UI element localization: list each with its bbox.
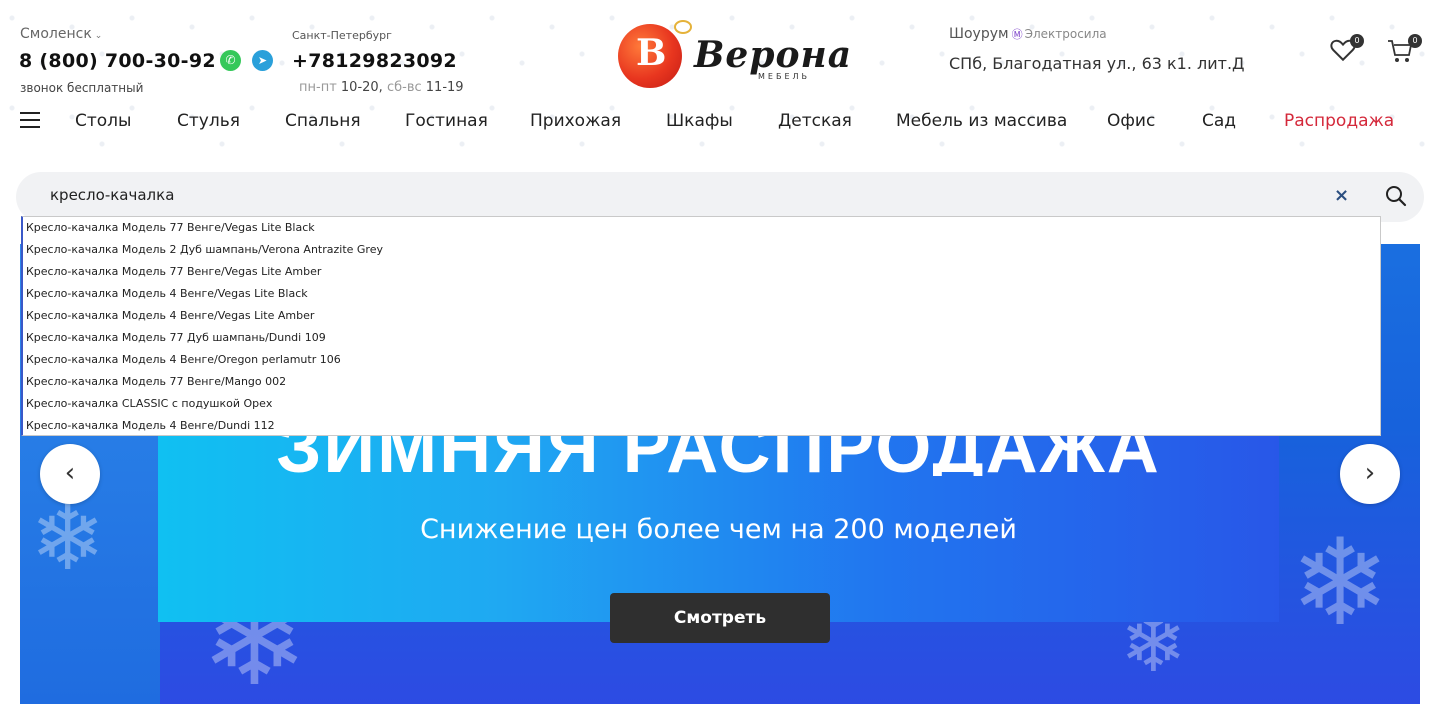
suggestion-item[interactable]: Кресло-качалка Модель 4 Венге/Vegas Lite… — [23, 305, 1380, 327]
logo-ring — [674, 20, 692, 34]
showroom-info: Шоурум Ⓜ Электросила — [949, 26, 1107, 42]
suggestion-item[interactable]: Кресло-качалка Модель 77 Дуб шампань/Dun… — [23, 327, 1380, 349]
metro-station: Электросила — [1024, 27, 1107, 41]
search-input[interactable] — [50, 186, 1250, 204]
working-hours: пн-пт 10-20, сб-вс 11-19 — [299, 80, 464, 95]
cart-count-badge: 0 — [1408, 34, 1422, 48]
snowflake-icon: ❄ — [1290, 514, 1391, 653]
search-icon[interactable] — [1385, 185, 1409, 209]
nav-item-sale[interactable]: Распродажа — [1284, 111, 1394, 131]
favorites-button[interactable]: 0 — [1330, 34, 1364, 66]
nav-item-tables[interactable]: Столы — [75, 111, 131, 131]
hours-weekday: 10-20, — [340, 80, 383, 95]
menu-burger-icon[interactable] — [20, 112, 40, 128]
city-label[interactable]: Смоленск — [20, 26, 92, 42]
favorites-count-badge: 0 — [1350, 34, 1364, 48]
chevron-down-icon[interactable]: ⌄ — [95, 31, 103, 41]
logo-text: Верона — [694, 34, 853, 76]
site-logo[interactable]: B Верона МЕБЕЛЬ — [618, 20, 851, 88]
snowflake-icon: ❄ — [30, 486, 106, 591]
chevron-right-icon[interactable]: › — [1340, 444, 1400, 504]
nav-item-solid-wood[interactable]: Мебель из массива — [896, 111, 1067, 131]
phone-note: звонок бесплатный — [20, 81, 144, 95]
nav-item-garden[interactable]: Сад — [1202, 111, 1236, 131]
suggestion-item[interactable]: Кресло-качалка Модель 77 Венге/Vegas Lit… — [23, 261, 1380, 283]
showroom-address[interactable]: СПб, Благодатная ул., 63 к1. лит.Д — [949, 54, 1245, 73]
main-nav: Столы Стулья Спальня Гостиная Прихожая Ш… — [0, 104, 1437, 140]
nav-item-office[interactable]: Офис — [1107, 111, 1155, 131]
hours-weekday-label: пн-пт — [299, 80, 337, 95]
nav-item-living-room[interactable]: Гостиная — [405, 111, 488, 131]
city-spb-label: Санкт-Петербург — [292, 29, 392, 42]
hours-weekend-label: сб-вс — [386, 80, 422, 95]
nav-item-kids[interactable]: Детская — [778, 111, 852, 131]
logo-monogram: B — [636, 32, 667, 74]
search-bar: × — [16, 172, 1424, 222]
banner-subtitle: Снижение цен более чем на 200 моделей — [420, 514, 1017, 545]
showroom-label: Шоурум — [949, 26, 1009, 42]
nav-item-bedroom[interactable]: Спальня — [285, 111, 361, 131]
site-header: Смоленск ⌄ 8 (800) 700-30-92 звонок беспл… — [0, 0, 1437, 100]
nav-item-wardrobes[interactable]: Шкафы — [666, 111, 733, 131]
hours-weekend: 11-19 — [425, 80, 464, 95]
clear-search-icon[interactable]: × — [1334, 185, 1349, 206]
suggestion-item[interactable]: Кресло-качалка Модель 4 Венге/Vegas Lite… — [23, 283, 1380, 305]
whatsapp-icon[interactable]: ✆ — [220, 50, 241, 71]
suggestion-item[interactable]: Кресло-качалка Модель 2 Дуб шампань/Vero… — [23, 239, 1380, 261]
phone-spb[interactable]: +78129823092 — [292, 50, 457, 72]
suggestion-item[interactable]: Кресло-качалка Модель 4 Венге/Dundi 112 — [23, 415, 1380, 437]
suggestion-item[interactable]: Кресло-качалка Модель 4 Венге/Oregon per… — [23, 349, 1380, 371]
search-suggestions: Кресло-качалка Модель 77 Венге/Vegas Lit… — [21, 216, 1381, 436]
phone-main[interactable]: 8 (800) 700-30-92 — [19, 50, 216, 72]
chevron-left-icon[interactable]: ‹ — [40, 444, 100, 504]
telegram-icon[interactable]: ➤ — [252, 50, 273, 71]
logo-subtitle: МЕБЕЛЬ — [758, 72, 811, 81]
city-selector[interactable]: Смоленск ⌄ — [20, 26, 102, 42]
nav-item-chairs[interactable]: Стулья — [177, 111, 240, 131]
cart-button[interactable]: 0 — [1386, 34, 1422, 66]
metro-icon: Ⓜ — [1011, 28, 1023, 41]
nav-item-hallway[interactable]: Прихожая — [530, 111, 621, 131]
banner-view-button[interactable]: Смотреть — [610, 593, 830, 643]
suggestion-item[interactable]: Кресло-качалка CLASSIC с подушкой Орех — [23, 393, 1380, 415]
suggestion-item[interactable]: Кресло-качалка Модель 77 Венге/Mango 002 — [23, 371, 1380, 393]
suggestion-item[interactable]: Кресло-качалка Модель 77 Венге/Vegas Lit… — [23, 217, 1380, 239]
